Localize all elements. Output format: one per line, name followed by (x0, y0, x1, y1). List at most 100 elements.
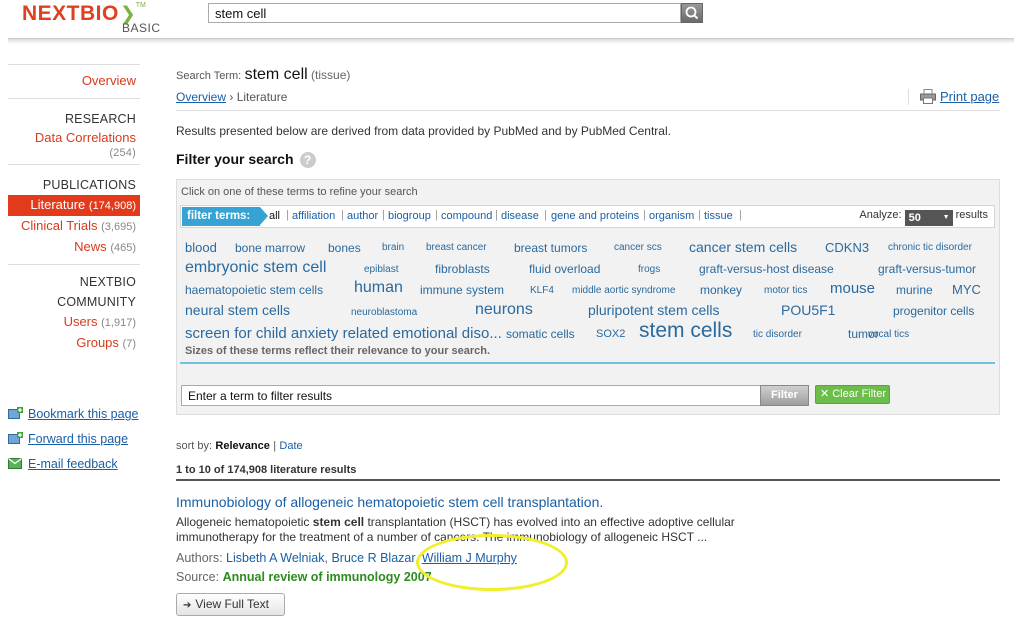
analyze-label: Analyze: (859, 209, 902, 221)
author-link[interactable]: Lisbeth A Welniak (226, 551, 324, 565)
analyze-suffix: results (955, 209, 988, 221)
nav-community-heading: NEXTBIO COMMUNITY (57, 275, 136, 309)
nextbio-logo[interactable]: NEXTBIO❯TM BASIC (22, 2, 182, 42)
cloud-term[interactable]: progenitor cells (893, 304, 974, 318)
cloud-term[interactable]: breast tumors (514, 241, 587, 255)
print-page-link[interactable]: Print page (940, 89, 999, 104)
cloud-term[interactable]: immune system (420, 283, 504, 297)
cloud-term[interactable]: graft-versus-tumor (878, 262, 976, 276)
nav-data-correlations[interactable]: Data Correlations (8, 129, 140, 146)
filter-cat-organism[interactable]: organism (649, 210, 694, 222)
nav-news-label: News (74, 239, 107, 254)
logo-wordmark: NEXTBIO (22, 2, 119, 25)
filter-cat-tissue[interactable]: tissue (704, 210, 733, 222)
cloud-term[interactable]: tic disorder (753, 329, 802, 340)
clear-filter-button[interactable]: ✕ Clear Filter (815, 385, 890, 404)
nav-clinical-trials[interactable]: Clinical Trials (3,695) (8, 216, 140, 237)
cloud-term[interactable]: epiblast (364, 264, 398, 275)
cloud-term[interactable]: haematopoietic stem cells (185, 283, 323, 297)
author-link[interactable]: Bruce R Blazar (331, 551, 414, 565)
filter-cat-disease[interactable]: disease (501, 210, 539, 222)
cloud-term[interactable]: fluid overload (529, 262, 600, 276)
help-icon[interactable]: ? (299, 152, 316, 168)
sort-relevance[interactable]: Relevance (215, 440, 269, 452)
cloud-term[interactable]: SOX2 (596, 328, 625, 340)
cloud-term[interactable]: fibroblasts (435, 262, 490, 276)
nav-research-heading: RESEARCH (64, 112, 136, 126)
analyze-count-select[interactable]: 50 (904, 210, 953, 226)
result-count: 1 to 10 of 174,908 literature results (176, 464, 357, 476)
cloud-term[interactable]: monkey (700, 283, 742, 297)
nav-literature[interactable]: Literature (174,908) (8, 195, 140, 216)
filter-cat-compound[interactable]: compound (441, 210, 492, 222)
clear-filter-label: Clear Filter (832, 388, 887, 400)
cloud-term[interactable]: KLF4 (530, 285, 554, 296)
bookmark-page-link[interactable]: Bookmark this page (28, 407, 138, 421)
cloud-term[interactable]: screen for child anxiety related emotion… (185, 325, 502, 342)
cloud-term[interactable]: vocal tics (868, 329, 909, 340)
cloud-term[interactable]: frogs (638, 264, 660, 275)
cloud-term[interactable]: bone marrow (235, 241, 305, 255)
cloud-term[interactable]: brain (382, 242, 404, 253)
email-feedback-link[interactable]: E-mail feedback (28, 457, 118, 471)
filter-title: Filter your search (176, 151, 294, 167)
analyze-control: Analyze:50results (859, 209, 988, 226)
filter-button[interactable]: Filter (760, 385, 809, 406)
cloud-divider (180, 362, 995, 364)
logo-tm: TM (135, 2, 146, 9)
cloud-term[interactable]: mouse (830, 280, 875, 297)
cloud-term[interactable]: bones (328, 241, 361, 255)
cloud-term[interactable]: POU5F1 (781, 302, 835, 318)
email-link-row[interactable]: E-mail feedback (8, 457, 118, 471)
nav-groups-label: Groups (76, 335, 119, 350)
filter-cat-biogroup[interactable]: biogroup (388, 210, 431, 222)
cloud-term[interactable]: chronic tic disorder (888, 242, 972, 253)
cloud-term[interactable]: CDKN3 (825, 240, 869, 255)
cloud-term[interactable]: breast cancer (426, 242, 487, 253)
cloud-term[interactable]: middle aortic syndrome (572, 285, 675, 296)
nav-overview[interactable]: Overview (8, 71, 140, 91)
cloud-term[interactable]: embryonic stem cell (185, 259, 326, 277)
filter-term-input[interactable]: Enter a term to filter results (181, 385, 761, 406)
filter-cat-author[interactable]: author (347, 210, 378, 222)
print-page-control[interactable]: Print page (920, 89, 999, 107)
cloud-term[interactable]: MYC (952, 282, 981, 297)
nav-groups[interactable]: Groups (7) (8, 333, 140, 354)
nav-clinical-trials-label: Clinical Trials (20, 218, 98, 233)
cloud-term[interactable]: cancer scs (614, 242, 662, 253)
cloud-term[interactable]: neurons (475, 301, 533, 319)
cloud-term[interactable]: neuroblastoma (351, 307, 417, 318)
cloud-term[interactable]: cancer stem cells (689, 239, 797, 255)
cloud-term[interactable]: blood (185, 240, 217, 255)
cloud-term[interactable]: neural stem cells (185, 302, 290, 318)
cloud-term[interactable]: somatic cells (506, 327, 575, 341)
forward-link-row[interactable]: Forward this page (8, 432, 128, 446)
view-full-text-button[interactable]: ➔ View Full Text (176, 593, 285, 616)
cloud-term[interactable]: murine (896, 283, 933, 297)
logo-edition: BASIC (122, 21, 161, 35)
forward-page-link[interactable]: Forward this page (28, 432, 128, 446)
search-input[interactable]: stem cell (208, 3, 681, 23)
filter-cat-gene-and-proteins[interactable]: gene and proteins (551, 210, 639, 222)
filter-heading: Filter your search? (176, 151, 316, 168)
nav-users[interactable]: Users (1,917) (8, 312, 140, 333)
filter-cat-all[interactable]: all (269, 210, 280, 222)
header-divider (8, 38, 1014, 44)
print-divider (908, 89, 910, 105)
breadcrumb-overview[interactable]: Overview (176, 90, 226, 104)
bookmark-link-row[interactable]: Bookmark this page (8, 407, 138, 421)
nav-data-correlations-label: Data Correlations (34, 130, 136, 145)
cloud-term[interactable]: human (354, 279, 403, 297)
sort-date-link[interactable]: Date (279, 440, 302, 452)
search-button[interactable] (681, 3, 703, 23)
cloud-term[interactable]: graft-versus-host disease (699, 262, 834, 276)
sort-control: sort by: Relevance | Date (176, 438, 303, 452)
filter-cat-affiliation[interactable]: affiliation (292, 210, 335, 222)
cloud-term[interactable]: motor tics (764, 285, 807, 296)
nav-users-label: Users (63, 314, 98, 329)
results-rule (176, 479, 1000, 481)
cloud-term[interactable]: stem cells (639, 319, 732, 343)
cloud-term[interactable]: pluripotent stem cells (588, 302, 720, 318)
nav-news[interactable]: News (465) (8, 237, 140, 258)
result-title-link[interactable]: Immunobiology of allogeneic hematopoieti… (176, 494, 603, 510)
